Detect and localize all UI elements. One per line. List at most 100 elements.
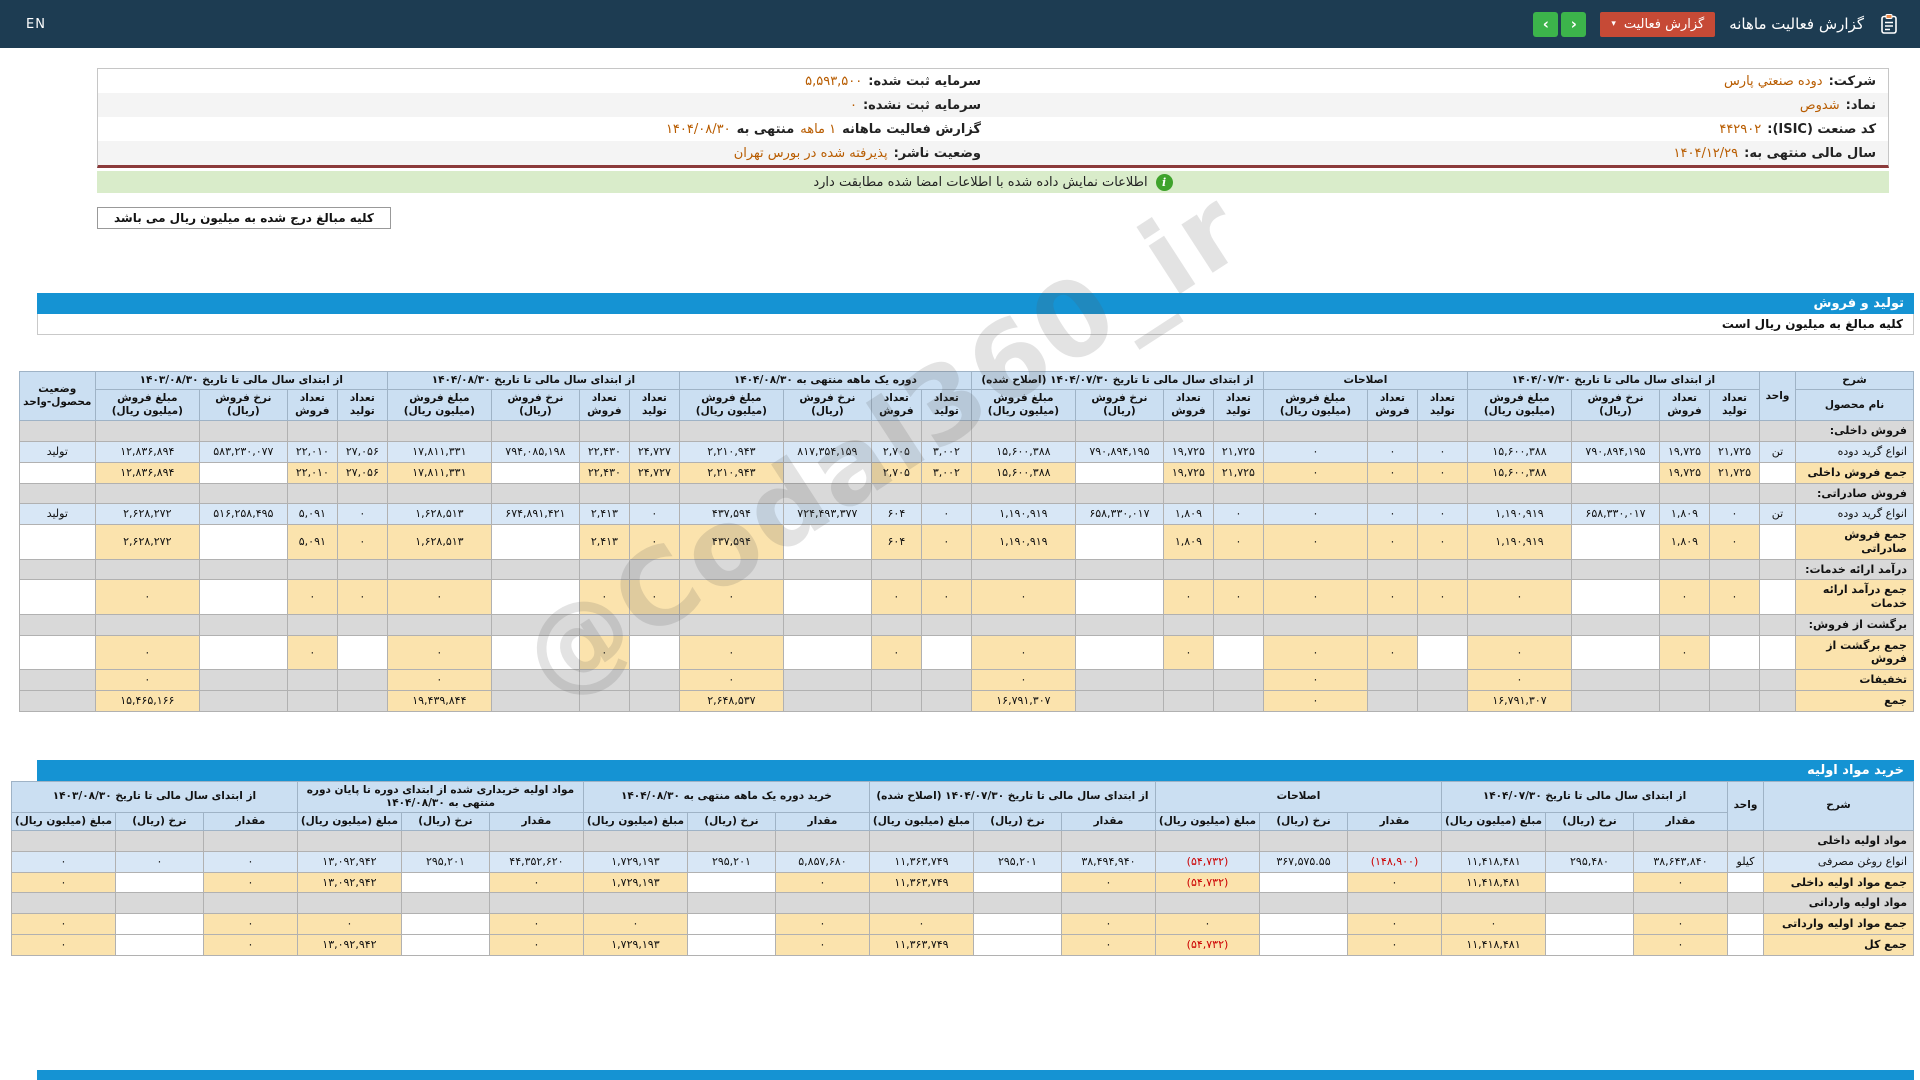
table-cell	[1075, 670, 1163, 691]
table-cell	[583, 893, 687, 914]
table-cell	[1075, 614, 1163, 635]
column-header: از ابتدای سال مالی تا تاریخ ۱۴۰۴/۰۸/۳۰	[387, 372, 679, 390]
unit-cell	[1760, 670, 1796, 691]
info-label: نماد:	[1846, 98, 1876, 113]
table-cell: ۱,۱۹۰,۹۱۹	[971, 504, 1075, 525]
table-cell	[1260, 934, 1348, 955]
table-cell	[921, 614, 971, 635]
table-cell	[1367, 690, 1417, 711]
table-row: جمع درآمد ارائه خدمات۰۰۰۰۰۰۰۰۰۰۰۰۰۰۰۰۰۰	[19, 580, 1913, 615]
table-cell	[971, 614, 1075, 635]
table-cell: ۰	[679, 670, 783, 691]
table-cell	[1075, 462, 1163, 483]
table-cell: ۰	[1467, 580, 1571, 615]
column-header: از ابتدای سال مالی تا تاریخ ۱۴۰۳/۰۸/۳۰	[11, 781, 297, 812]
table-cell	[579, 421, 629, 442]
table-cell	[1155, 893, 1259, 914]
table-cell	[783, 580, 871, 615]
table-cell	[203, 893, 297, 914]
table-row: جمع برگشت از فروش۰۰۰۰۰۰۰۰۰۰۰۰	[19, 635, 1913, 670]
signature-status-bar: i اطلاعات نمایش داده شده با اطلاعات امضا…	[97, 171, 1889, 193]
row-label: جمع برگشت از فروش	[1796, 635, 1914, 670]
table-cell: ۰	[775, 914, 869, 935]
table-cell: ۷۹۴,۰۸۵,۱۹۸	[491, 442, 579, 463]
report-body: تولید و فروش کلیه مبالغ به میلیون ریال ا…	[37, 293, 1914, 956]
table-cell	[337, 614, 387, 635]
table-cell: ۰	[1710, 504, 1760, 525]
column-header: واحد	[1760, 372, 1796, 421]
section-label: مواد اولیه وارداتی	[1764, 893, 1914, 914]
table-cell: ۱,۶۲۸,۵۱۳	[387, 525, 491, 560]
table-cell	[1213, 483, 1263, 504]
info-label: شرکت:	[1829, 74, 1876, 89]
row-label: جمع مواد اولیه داخلی	[1764, 872, 1914, 893]
table-cell: ۰	[921, 504, 971, 525]
column-header: مبلغ (میلیون ریال)	[869, 812, 973, 830]
table-cell	[95, 421, 199, 442]
row-label: جمع	[1796, 690, 1914, 711]
table-cell: ۲,۲۱۰,۹۴۳	[679, 462, 783, 483]
table-cell: ۵,۰۹۱	[287, 504, 337, 525]
column-header: نرخ (ریال)	[401, 812, 489, 830]
table-cell: ۰	[203, 872, 297, 893]
unit-cell	[1760, 462, 1796, 483]
table-cell	[679, 483, 783, 504]
next-period-button[interactable]: ›	[1561, 12, 1586, 37]
language-toggle[interactable]: EN	[20, 16, 52, 33]
table-cell	[1075, 421, 1163, 442]
table-cell	[297, 831, 401, 852]
table-cell	[971, 421, 1075, 442]
info-value: ۰	[850, 98, 857, 113]
info-label: گزارش فعالیت ماهانه	[842, 122, 981, 137]
table-cell	[1660, 559, 1710, 580]
table-cell	[783, 483, 871, 504]
table-cell: ۱,۱۹۰,۹۱۹	[1467, 525, 1571, 560]
table-cell	[921, 559, 971, 580]
table-cell	[1572, 670, 1660, 691]
table-cell	[1260, 872, 1348, 893]
table-cell: ۶۷۴,۸۹۱,۴۲۱	[491, 504, 579, 525]
table-cell: ۰	[971, 635, 1075, 670]
table-cell: ۵۸۳,۲۳۰,۰۷۷	[199, 442, 287, 463]
table-cell: ۰	[971, 580, 1075, 615]
column-header: خرید دوره یک ماهه منتهی به ۱۴۰۴/۰۸/۳۰	[583, 781, 869, 812]
table-cell	[1075, 690, 1163, 711]
table-cell	[579, 670, 629, 691]
column-header: مبلغ فروش (میلیون ریال)	[387, 390, 491, 421]
table-cell: ۲۹۵,۲۰۱	[401, 851, 489, 872]
table-cell	[1467, 483, 1571, 504]
table-cell: ۰	[629, 580, 679, 615]
status-cell	[19, 559, 95, 580]
table-row: مواد اولیه داخلی	[11, 831, 1913, 852]
column-header: مقدار	[1348, 812, 1442, 830]
table-cell: ۱,۸۰۹	[1163, 525, 1213, 560]
table-cell	[1075, 635, 1163, 670]
table-cell	[1710, 483, 1760, 504]
period-nav: ‹ ›	[1533, 12, 1586, 37]
row-label: جمع مواد اولیه وارداتی	[1764, 914, 1914, 935]
previous-period-button[interactable]: ‹	[1533, 12, 1558, 37]
section-title-production-sales: تولید و فروش	[37, 293, 1914, 314]
company-info-table: شرکت:دوده صنعتي پارسسرمایه ثبت شده:۵,۵۹۳…	[97, 68, 1889, 168]
unit-cell	[1728, 934, 1764, 955]
table-cell	[491, 462, 579, 483]
table-cell: ۰	[337, 504, 387, 525]
table-cell: ۶۵۸,۳۳۰,۰۱۷	[1075, 504, 1163, 525]
table-cell	[199, 483, 287, 504]
table-row: فروش داخلی:	[19, 421, 1913, 442]
table-cell	[1546, 831, 1634, 852]
table-cell	[1660, 421, 1710, 442]
table-cell: ۱۱,۴۱۸,۴۸۱	[1442, 934, 1546, 955]
table-cell: ۰	[1263, 580, 1367, 615]
info-icon: i	[1156, 174, 1173, 191]
amounts-note-wrap: کلیه مبالغ درج شده به میلیون ریال می باش…	[97, 207, 1889, 229]
table-cell	[1546, 914, 1634, 935]
column-header: شرح	[1796, 372, 1914, 390]
table-cell	[1367, 483, 1417, 504]
table-cell: ۰	[971, 670, 1075, 691]
report-type-dropdown[interactable]: گزارش فعالیت ▾	[1600, 12, 1715, 37]
table-cell	[783, 462, 871, 483]
column-header: مواد اولیه خریداری شده از ابتدای دوره تا…	[297, 781, 583, 812]
info-value: شدوص	[1800, 98, 1840, 113]
table-cell: ۰	[1367, 504, 1417, 525]
